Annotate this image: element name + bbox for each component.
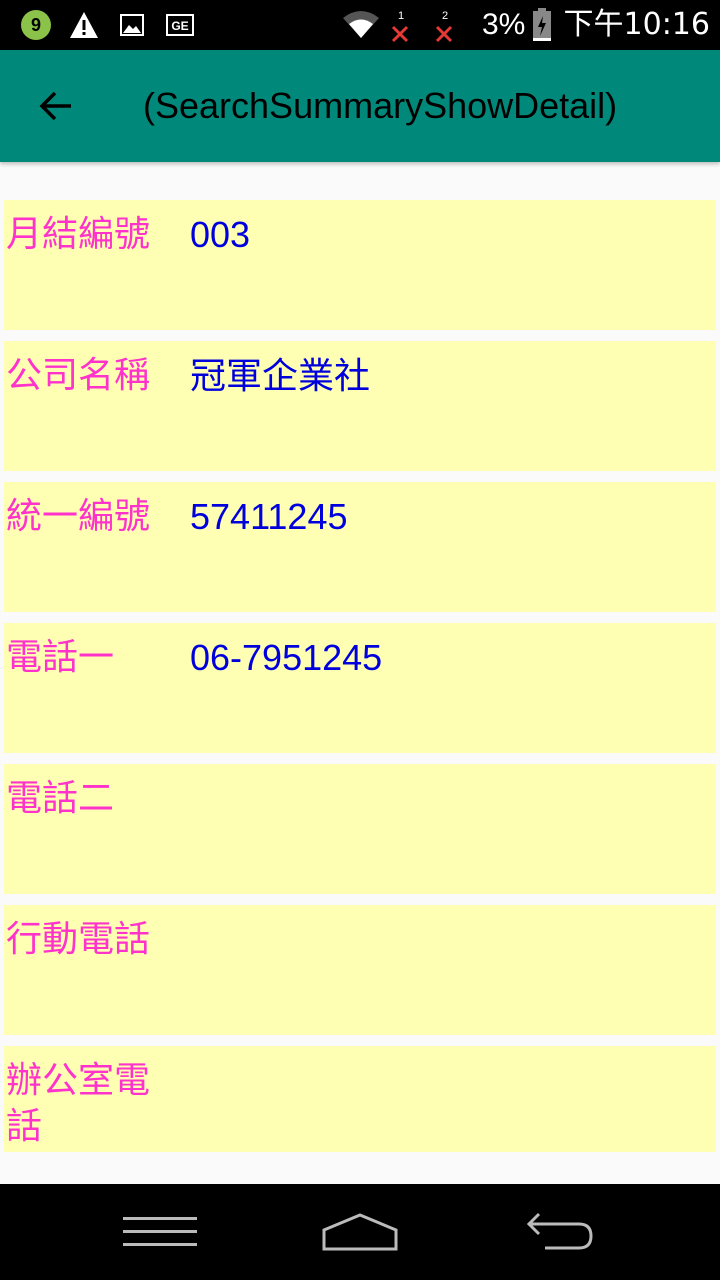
field-label: 辦公室電話 — [6, 1060, 151, 1147]
app-badge: 9 — [21, 10, 51, 40]
recent-apps-icon — [123, 1217, 197, 1246]
field-value: 冠軍企業社 — [190, 355, 371, 396]
svg-text:2: 2 — [442, 10, 448, 22]
arrow-back-icon — [39, 91, 71, 121]
app-notification-icon: 9 — [20, 0, 52, 50]
image-icon — [118, 0, 146, 50]
field-label: 公司名稱 — [6, 355, 151, 396]
field-row-mobile-phone: 行動電話 — [4, 905, 716, 1035]
home-icon — [322, 1213, 398, 1251]
field-row-monthly-id: 月結編號 003 — [4, 200, 716, 330]
wifi-icon — [340, 0, 382, 50]
back-icon — [526, 1212, 593, 1250]
sim2-no-signal-icon: 2 — [430, 0, 458, 50]
field-row-phone-1: 電話一 06-7951245 — [4, 623, 716, 753]
nav-back-button[interactable] — [500, 1184, 620, 1280]
field-label: 電話二 — [6, 778, 115, 819]
field-label: 行動電話 — [6, 919, 151, 960]
field-row-phone-2: 電話二 — [4, 764, 716, 894]
recent-apps-button[interactable] — [100, 1184, 220, 1280]
field-row-company-name: 公司名稱 冠軍企業社 — [4, 341, 716, 471]
detail-list[interactable]: 月結編號 003 公司名稱 冠軍企業社 統一編號 57411245 電話一 06… — [0, 162, 720, 1184]
svg-text:1: 1 — [398, 10, 404, 22]
field-row-office-phone: 辦公室電話 — [4, 1046, 716, 1152]
field-value: 57411245 — [190, 496, 348, 537]
field-label: 統一編號 — [6, 496, 151, 537]
ge-icon: GE — [164, 0, 196, 50]
app-bar: (SearchSummaryShowDetail) — [0, 50, 720, 162]
sim1-no-signal-icon: 1 — [386, 0, 414, 50]
clock: 下午10:16 — [563, 7, 710, 42]
battery-percent: 3% — [482, 8, 526, 41]
warning-icon — [68, 0, 100, 50]
page-title: (SearchSummaryShowDetail) — [143, 85, 618, 126]
back-button[interactable] — [24, 76, 88, 136]
home-button[interactable] — [300, 1184, 420, 1280]
battery-icon — [530, 0, 554, 50]
field-value: 06-7951245 — [190, 637, 383, 678]
field-label: 電話一 — [6, 637, 115, 678]
field-value: 003 — [190, 214, 251, 255]
navigation-bar — [0, 1184, 720, 1280]
status-bar: 9 GE 1 2 3% 下午10:16 — [0, 0, 720, 50]
svg-text:GE: GE — [171, 19, 188, 33]
field-row-tax-id: 統一編號 57411245 — [4, 482, 716, 612]
field-label: 月結編號 — [6, 214, 151, 255]
